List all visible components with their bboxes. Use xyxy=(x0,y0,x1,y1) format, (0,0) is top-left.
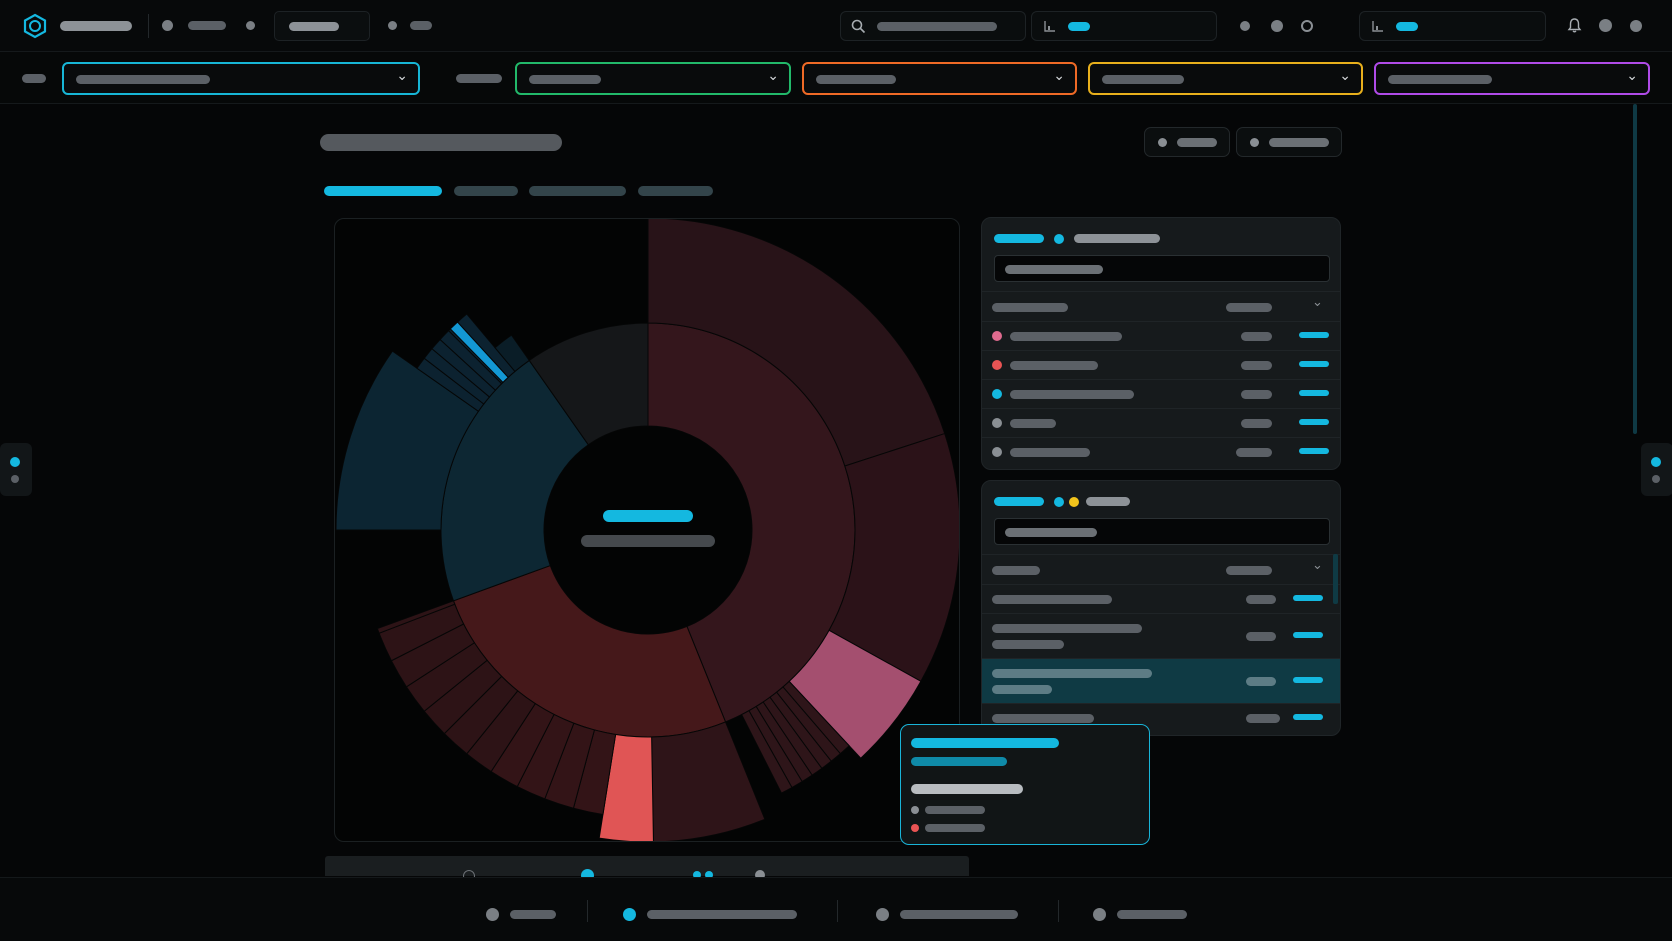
panel-scrollbar[interactable] xyxy=(1333,554,1338,604)
page-title xyxy=(320,134,562,151)
metric-selector[interactable] xyxy=(1031,11,1217,41)
filter-select-4[interactable]: ⌄ xyxy=(1088,62,1363,95)
tab-active[interactable] xyxy=(324,186,442,196)
nav-dot-3[interactable] xyxy=(388,21,397,30)
list-item[interactable] xyxy=(982,350,1340,379)
filter-select-5[interactable]: ⌄ xyxy=(1374,62,1650,95)
chevron-down-icon: ⌄ xyxy=(1626,68,1638,84)
panel-header-row[interactable]: ⌄ xyxy=(982,554,1340,584)
bell-icon[interactable] xyxy=(1567,17,1582,34)
status-ring[interactable] xyxy=(1301,20,1313,32)
timeline-scrubber[interactable] xyxy=(325,856,969,882)
nav-dot-2[interactable] xyxy=(246,21,255,30)
list-item[interactable] xyxy=(982,437,1340,466)
center-value xyxy=(603,510,693,522)
tab-2[interactable] xyxy=(454,186,518,196)
search-input[interactable] xyxy=(840,11,1026,41)
active-nav-tab[interactable] xyxy=(274,11,370,41)
panel-filter-input[interactable] xyxy=(994,518,1330,545)
chart-tooltip xyxy=(900,724,1150,845)
right-panel-handle[interactable] xyxy=(1641,443,1672,496)
details-panel: ⌄ xyxy=(981,480,1341,736)
chevron-down-icon: ⌄ xyxy=(1339,68,1351,84)
app-name xyxy=(60,21,132,31)
sunburst-svg[interactable] xyxy=(335,219,960,842)
tab-4[interactable] xyxy=(638,186,713,196)
center-label xyxy=(581,535,715,547)
filter-label-2 xyxy=(456,74,502,83)
chart-icon xyxy=(1044,21,1055,32)
table-row[interactable] xyxy=(982,584,1340,613)
nav-item-1[interactable] xyxy=(188,21,226,30)
legend-panel: ⌄ xyxy=(981,217,1341,470)
panel-title xyxy=(994,234,1044,243)
panel-search-input[interactable] xyxy=(994,255,1330,282)
range-selector[interactable] xyxy=(1359,11,1546,41)
table-row[interactable] xyxy=(982,613,1340,658)
chevron-down-icon: ⌄ xyxy=(1053,68,1065,84)
list-item[interactable] xyxy=(982,321,1340,350)
nav-item-2[interactable] xyxy=(410,21,432,30)
list-item[interactable] xyxy=(982,408,1340,437)
list-item[interactable] xyxy=(982,379,1340,408)
bottom-nav-item-4[interactable] xyxy=(1093,904,1188,923)
chevron-down-icon: ⌄ xyxy=(396,68,408,84)
table-row-selected[interactable] xyxy=(982,658,1340,703)
chart-icon xyxy=(1372,21,1383,32)
bottom-nav-item-1[interactable] xyxy=(486,904,557,923)
avatar[interactable] xyxy=(1599,19,1612,32)
header-button-1[interactable] xyxy=(1144,127,1230,157)
filter-select-1[interactable]: ⌄ xyxy=(62,62,420,95)
nav-dot[interactable] xyxy=(162,20,173,31)
chevron-down-icon: ⌄ xyxy=(1312,295,1323,310)
bottom-nav xyxy=(0,877,1672,941)
filter-select-2[interactable]: ⌄ xyxy=(515,62,791,95)
bottom-nav-item-active[interactable] xyxy=(623,904,798,923)
search-icon xyxy=(851,19,866,34)
hexagon-logo-icon[interactable] xyxy=(22,13,48,39)
filter-select-3[interactable]: ⌄ xyxy=(802,62,1077,95)
top-bar xyxy=(0,0,1672,52)
status-dot-2[interactable] xyxy=(1271,20,1283,32)
bottom-nav-item-3[interactable] xyxy=(876,904,1019,923)
sunburst-chart xyxy=(334,218,960,842)
scrollbar[interactable] xyxy=(1633,104,1637,434)
filter-bar: ⌄ ⌄ ⌄ ⌄ ⌄ xyxy=(0,52,1672,104)
panel-header-row[interactable]: ⌄ xyxy=(982,291,1340,321)
sunburst-segment[interactable] xyxy=(651,721,766,842)
chevron-down-icon: ⌄ xyxy=(1312,558,1323,573)
left-panel-handle[interactable] xyxy=(0,443,32,496)
chevron-down-icon: ⌄ xyxy=(767,68,779,84)
header-button-2[interactable] xyxy=(1236,127,1342,157)
menu-dot[interactable] xyxy=(1630,20,1642,32)
status-dot-1[interactable] xyxy=(1240,21,1250,31)
panel-title xyxy=(994,497,1044,506)
tab-3[interactable] xyxy=(529,186,626,196)
filter-label xyxy=(22,74,46,83)
